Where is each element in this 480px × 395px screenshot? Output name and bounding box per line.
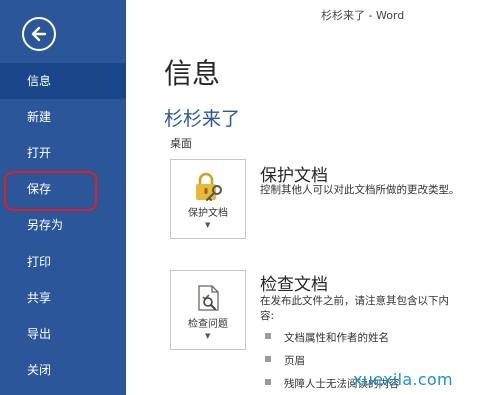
chevron-down-icon: ▼	[205, 332, 211, 340]
sidebar-item-new[interactable]: 新建	[0, 99, 126, 135]
sidebar-item-info[interactable]: 信息	[0, 63, 126, 99]
inspect-document-icon	[198, 285, 219, 311]
protect-document-button-label: 保护文档	[188, 208, 228, 219]
window-title: 杉杉来了 - Word	[321, 9, 405, 22]
protect-document-description: 控制其他人可以对此文档所做的更改类型。	[260, 184, 460, 196]
sidebar-item-export[interactable]: 导出	[0, 316, 126, 352]
inspect-document-title: 检查文档	[260, 275, 328, 295]
list-item-text: 文档属性和作者的姓名	[284, 332, 389, 344]
inspect-document-button[interactable]: 检查问题 ▼	[170, 270, 246, 350]
sidebar-item-open[interactable]: 打开	[0, 135, 126, 171]
page-title: 信息	[164, 57, 221, 90]
lock-key-icon	[196, 172, 222, 201]
list-item: 文档属性和作者的姓名	[265, 330, 400, 353]
bullet-square-icon	[265, 379, 271, 385]
sidebar-item-share[interactable]: 共享	[0, 280, 126, 316]
sidebar-item-print[interactable]: 打印	[0, 244, 126, 280]
inspect-document-description: 在发布此文件之前，请注意其包含以下内	[260, 295, 449, 307]
inspect-document-button-label: 检查问题	[188, 319, 228, 330]
list-item-text: 页眉	[284, 355, 305, 367]
inspect-document-description-continued: 容:	[260, 310, 275, 322]
watermark: xuexila.com	[353, 370, 453, 389]
document-name: 杉杉来了	[164, 108, 241, 130]
sidebar-item-save-as[interactable]: 另存为	[0, 207, 126, 243]
chevron-down-icon: ▼	[205, 221, 211, 229]
document-location: 桌面	[170, 137, 192, 150]
save-highlight-annotation	[4, 171, 97, 211]
sidebar-item-close[interactable]: 关闭	[0, 352, 126, 388]
bullet-square-icon	[265, 333, 271, 339]
arrow-left-icon	[31, 26, 47, 42]
backstage-sidebar: 信息 新建 打开 保存 另存为 打印 共享 导出 关闭	[0, 0, 126, 395]
back-button[interactable]	[22, 17, 56, 51]
bullet-square-icon	[265, 356, 271, 362]
protect-document-button[interactable]: 保护文档 ▼	[170, 159, 246, 239]
